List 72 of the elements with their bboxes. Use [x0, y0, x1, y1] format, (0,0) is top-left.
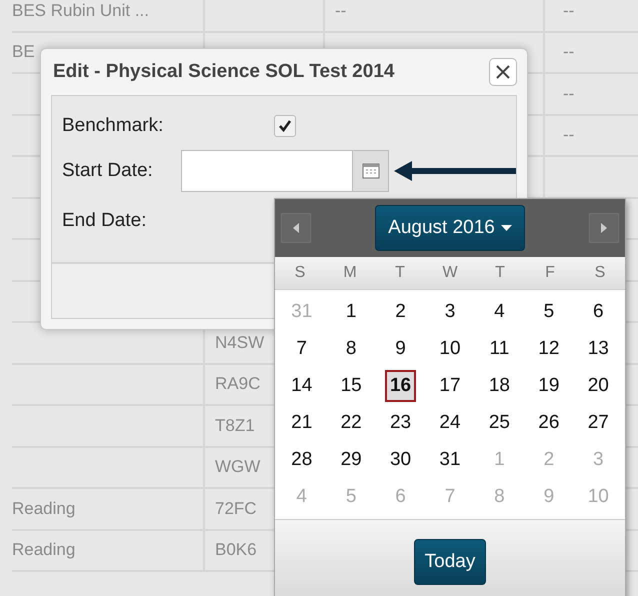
weekday-label: F — [544, 264, 556, 282]
calendar-day[interactable]: 4 — [489, 296, 510, 328]
today-button[interactable]: Today — [414, 539, 486, 585]
calendar-day[interactable]: 19 — [533, 370, 564, 402]
calendar-day[interactable]: 16 — [384, 370, 416, 402]
next-month-button[interactable] — [588, 213, 619, 243]
caret-icon — [500, 225, 512, 231]
table-cell: -- — [563, 125, 574, 146]
calendar-day[interactable]: 8 — [340, 332, 362, 364]
calendar-day[interactable]: 13 — [582, 332, 614, 364]
table-cell: 72FC — [215, 498, 257, 519]
calendar-day[interactable]: 20 — [582, 370, 614, 402]
calendar-day[interactable]: 25 — [484, 406, 515, 438]
calendar-day[interactable]: 6 — [588, 296, 609, 328]
calendar-day[interactable]: 28 — [286, 444, 318, 476]
table-cell: -- — [563, 0, 574, 21]
calendar-day[interactable]: 10 — [434, 332, 466, 364]
checkmark-icon — [278, 119, 292, 133]
close-button[interactable] — [489, 58, 517, 86]
table-cell: -- — [563, 84, 574, 104]
calendar-day[interactable]: 29 — [336, 444, 367, 476]
calendar-day[interactable]: 2 — [390, 296, 411, 328]
field-label: Benchmark: — [62, 115, 164, 137]
calendar-day[interactable]: 21 — [286, 406, 318, 438]
calendar-day[interactable]: 23 — [384, 406, 416, 438]
table-cell: BE — [12, 42, 35, 62]
table-cell: WGW — [215, 457, 260, 478]
weekday-label: S — [294, 264, 306, 282]
table-cell: Reading — [12, 540, 76, 560]
close-icon — [495, 64, 511, 80]
table-cell: N4SW — [215, 332, 264, 353]
weekday-label: T — [494, 264, 506, 282]
table-cell: -- — [335, 0, 346, 21]
calendar-day[interactable]: 3 — [440, 296, 460, 328]
calendar-day[interactable]: 7 — [291, 332, 312, 364]
previous-month-button[interactable] — [281, 213, 311, 243]
left-triangle-icon — [293, 223, 299, 233]
weekday-label: W — [441, 264, 459, 282]
table-cell: BES Rubin Unit ... — [12, 0, 150, 21]
dialog-title: Edit - Physical Science SOL Test 2014 — [52, 61, 394, 83]
calendar-day[interactable]: 22 — [336, 406, 367, 438]
field-label: Start Date: — [62, 160, 154, 182]
calendar-icon — [362, 163, 380, 179]
calendar-day[interactable]: 12 — [533, 332, 564, 364]
benchmark-checkbox[interactable] — [274, 115, 296, 137]
right-triangle-icon — [600, 223, 607, 233]
calendar-day[interactable]: 31 — [434, 444, 466, 476]
calendar-day[interactable]: 5 — [538, 296, 560, 328]
calendar-day[interactable]: 30 — [384, 444, 416, 476]
calendar-day[interactable]: 27 — [582, 406, 614, 438]
table-cell: B0K6 — [215, 540, 257, 560]
table-cell: Reading — [12, 498, 76, 519]
field-label: End Date: — [62, 210, 148, 232]
calendar-day[interactable]: 15 — [336, 370, 367, 402]
month-button[interactable]: August 2016 — [375, 205, 525, 251]
weekday-label: T — [394, 264, 406, 282]
calendar-day[interactable]: 11 — [484, 332, 514, 364]
calendar-day[interactable]: 24 — [434, 406, 466, 438]
calendar-day[interactable]: 26 — [533, 406, 564, 438]
table-cell: RA9C — [215, 374, 260, 394]
weekday-label: M — [342, 264, 358, 282]
calendar-day[interactable]: 1 — [340, 296, 362, 328]
calendar-day[interactable]: 17 — [434, 370, 466, 402]
weekday-label: S — [594, 264, 606, 282]
table-cell: T8Z1 — [215, 416, 255, 436]
table-cell: -- — [563, 42, 574, 62]
date-field[interactable] — [181, 150, 353, 192]
calendar-day[interactable]: 14 — [286, 370, 318, 402]
calendar-day[interactable]: 18 — [484, 370, 515, 402]
calendar-button[interactable] — [353, 150, 389, 192]
arrow-icon — [392, 159, 516, 183]
calendar-day[interactable]: 9 — [390, 332, 411, 364]
